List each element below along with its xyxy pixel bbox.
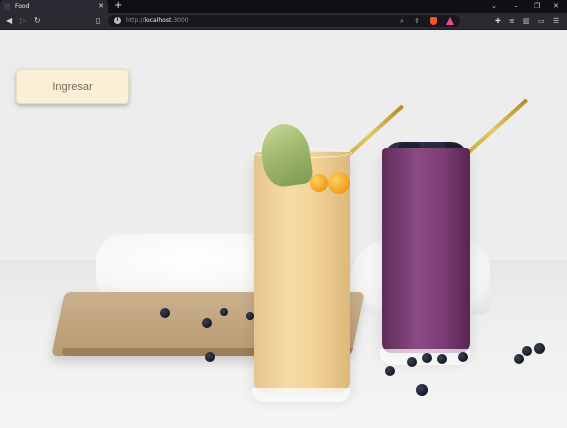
ingresar-login-button[interactable]: Ingresar [16, 69, 129, 104]
blueberry [458, 352, 468, 362]
page-favicon-icon [4, 3, 10, 10]
physalis-fruit [328, 172, 350, 194]
blueberry [534, 343, 545, 354]
glass-base [252, 388, 350, 402]
blueberry [437, 354, 447, 364]
brave-shield-icon[interactable] [430, 17, 437, 25]
blueberry [522, 346, 532, 356]
url-host: localhost [144, 17, 172, 24]
zoom-search-icon[interactable]: ⌕ [400, 16, 404, 26]
blueberry [422, 353, 432, 363]
brave-rewards-icon[interactable] [446, 17, 454, 25]
extensions-puzzle-icon[interactable]: ✚ [495, 16, 501, 26]
reload-icon[interactable]: ↻ [34, 16, 41, 26]
browser-tab-strip: Food ✕ + ⌄ – ❐ ✕ [0, 0, 567, 13]
url-protocol: http:// [126, 17, 145, 24]
minimize-icon[interactable]: – [514, 2, 518, 11]
new-tab-plus-icon[interactable]: + [114, 1, 122, 11]
hamburger-menu-icon[interactable]: ☰ [553, 16, 559, 26]
blueberry [246, 312, 254, 320]
blueberry [202, 318, 212, 328]
blueberry [160, 308, 170, 318]
berry-smoothie-glass [380, 148, 470, 365]
window-close-icon[interactable]: ✕ [553, 2, 559, 11]
blueberry [407, 357, 417, 367]
url-port: :3000 [171, 17, 189, 24]
tab-close-icon[interactable]: ✕ [98, 2, 104, 11]
maximize-icon[interactable]: ❐ [534, 2, 540, 11]
page-viewport: Ingresar [0, 30, 567, 428]
back-arrow-left-icon[interactable]: ◀ [6, 16, 12, 26]
forward-arrow-right-icon[interactable]: ▷ [20, 16, 26, 26]
tab-search-chevron-down-icon[interactable]: ⌄ [491, 2, 497, 11]
browser-toolbar: ◀ ▷ ↻ ▯ i http://localhost:3000 ⌕ ⇪ ✚ ≡ … [0, 13, 567, 30]
blueberry [385, 366, 395, 376]
blueberry [205, 352, 215, 362]
bookmark-icon[interactable]: ▯ [96, 16, 100, 26]
physalis-fruit [310, 174, 328, 192]
blueberry [514, 354, 524, 364]
address-url[interactable]: http://localhost:3000 [126, 16, 189, 26]
playlist-icon[interactable]: ≡ [509, 16, 515, 26]
wallet-icon[interactable]: ▭ [538, 16, 545, 26]
site-info-icon[interactable]: i [114, 17, 121, 24]
browser-tab[interactable]: Food ✕ [0, 0, 108, 13]
address-bar[interactable]: i http://localhost:3000 ⌕ ⇪ [108, 15, 460, 27]
blueberry [220, 308, 228, 316]
tab-title: Food [15, 3, 30, 10]
share-icon[interactable]: ⇪ [414, 16, 420, 26]
blueberry [416, 384, 428, 396]
sidebar-icon[interactable]: ▥ [523, 16, 530, 26]
